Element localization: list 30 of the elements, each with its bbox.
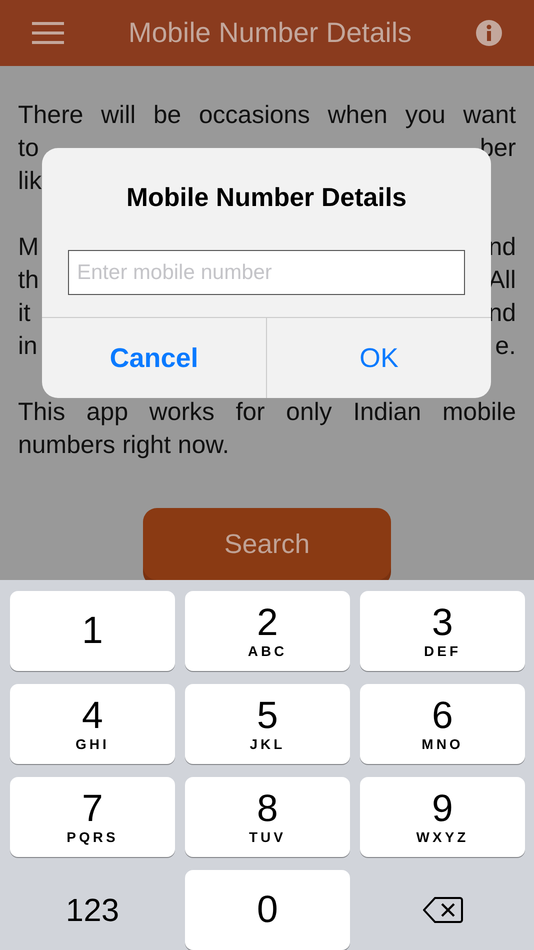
body-text: This app works for only Indian mobile (18, 397, 516, 428)
menu-icon[interactable] (32, 22, 64, 44)
info-icon[interactable] (476, 20, 502, 46)
body-text: All (488, 265, 516, 296)
backspace-icon (422, 896, 462, 924)
keypad-key[interactable]: 9 WXYZ (360, 777, 525, 857)
mobile-number-field[interactable]: Enter mobile number (68, 250, 465, 295)
keypad-key[interactable]: 7 PQRS (10, 777, 175, 857)
cancel-button[interactable]: Cancel (42, 318, 266, 398)
body-text: There will be occasions when you want (18, 100, 516, 131)
body-text: numbers right now. (18, 430, 230, 461)
mode-key[interactable]: 123 (10, 870, 175, 950)
body-text: e. (495, 331, 516, 362)
body-text: to (18, 133, 39, 164)
keypad-key[interactable]: 1 (10, 591, 175, 671)
keypad-key[interactable]: 3 DEF (360, 591, 525, 671)
keypad-key[interactable]: 4 GHI (10, 684, 175, 764)
keypad-key[interactable]: 0 (185, 870, 350, 950)
body-text: it (18, 298, 30, 329)
body-text: lik (18, 166, 42, 197)
app-title: Mobile Number Details (128, 17, 412, 49)
keypad-key[interactable]: 5 JKL (185, 684, 350, 764)
body-text: in (18, 331, 38, 362)
dialog-title: Mobile Number Details (126, 182, 407, 213)
keypad-key[interactable]: 2 ABC (185, 591, 350, 671)
keypad-key[interactable]: 6 MNO (360, 684, 525, 764)
body-text: th (18, 265, 39, 296)
keypad-key[interactable]: 8 TUV (185, 777, 350, 857)
ok-button[interactable]: OK (266, 318, 491, 398)
body-text: M (18, 232, 39, 263)
